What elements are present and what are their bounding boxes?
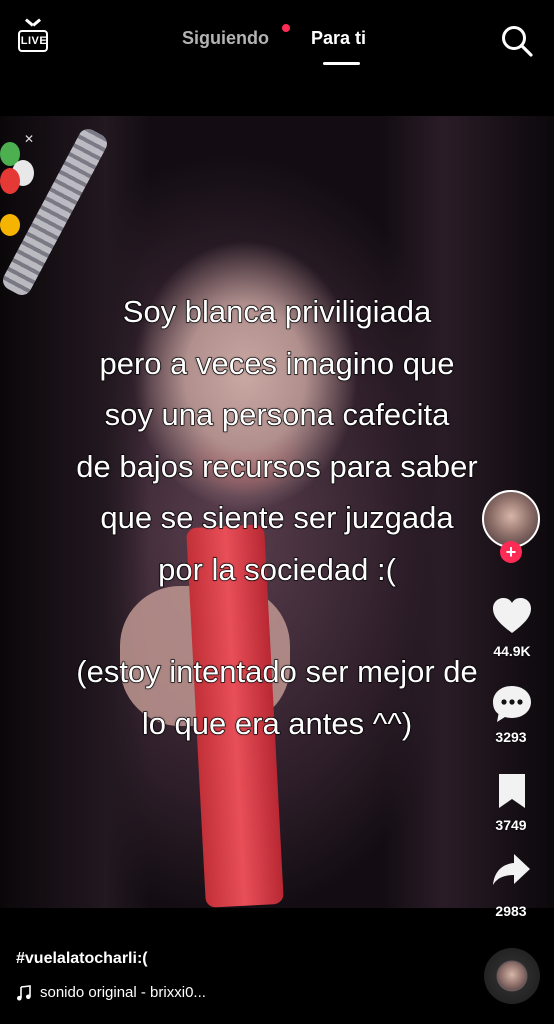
video-overlay-text: Soy blanca priviligiada pero a veces ima… xyxy=(0,286,554,749)
share-count: 2983 xyxy=(495,903,527,919)
bookmark-icon[interactable] xyxy=(496,772,528,810)
music-note-icon xyxy=(17,984,31,1000)
overlay-line: de bajos recursos para saber xyxy=(76,448,479,484)
post-caption[interactable]: #vuelalatocharli:( xyxy=(16,950,148,968)
like-count: 44.9K xyxy=(493,643,531,659)
live-label: LIVE xyxy=(20,35,48,47)
share-icon[interactable] xyxy=(492,852,532,888)
heart-icon[interactable] xyxy=(492,597,532,635)
creator-avatar[interactable] xyxy=(482,490,540,548)
comment-icon[interactable] xyxy=(491,684,533,724)
comment-count: 3293 xyxy=(495,729,527,745)
coin-icon xyxy=(0,214,20,236)
video-player[interactable]: Soy blanca priviligiada pero a veces ima… xyxy=(0,116,554,908)
notification-dot xyxy=(282,24,290,32)
save-count: 3749 xyxy=(495,817,527,833)
active-tab-indicator xyxy=(323,62,360,65)
live-button[interactable]: LIVE xyxy=(18,18,52,56)
overlay-line: lo que era antes ^^) xyxy=(141,705,413,741)
balloon-icon xyxy=(0,168,20,194)
close-icon[interactable]: ✕ xyxy=(24,132,34,146)
overlay-spacer xyxy=(0,595,554,646)
overlay-line: por la sociedad :( xyxy=(157,551,396,587)
gift-balloons-widget[interactable]: ✕ xyxy=(0,130,40,250)
overlay-line: (estoy intentado ser mejor de xyxy=(76,653,479,689)
overlay-line: Soy blanca priviligiada xyxy=(122,293,432,329)
search-icon[interactable] xyxy=(500,24,534,58)
tab-following[interactable]: Siguiendo xyxy=(182,28,269,49)
live-antenna-right xyxy=(32,18,41,27)
overlay-line: soy una persona cafecita xyxy=(104,396,450,432)
overlay-line: pero a veces imagino que xyxy=(99,345,455,381)
overlay-line: que se siente ser juzgada xyxy=(100,499,455,535)
follow-plus-icon[interactable]: + xyxy=(500,541,522,563)
top-bar: LIVE Siguiendo Para ti xyxy=(0,0,554,116)
sound-disc-avatar xyxy=(498,962,526,990)
sound-row[interactable]: sonido original - brixxi0... xyxy=(16,984,206,1001)
sound-label: sonido original - brixxi0... xyxy=(40,984,206,1001)
tab-for-you[interactable]: Para ti xyxy=(311,28,366,49)
